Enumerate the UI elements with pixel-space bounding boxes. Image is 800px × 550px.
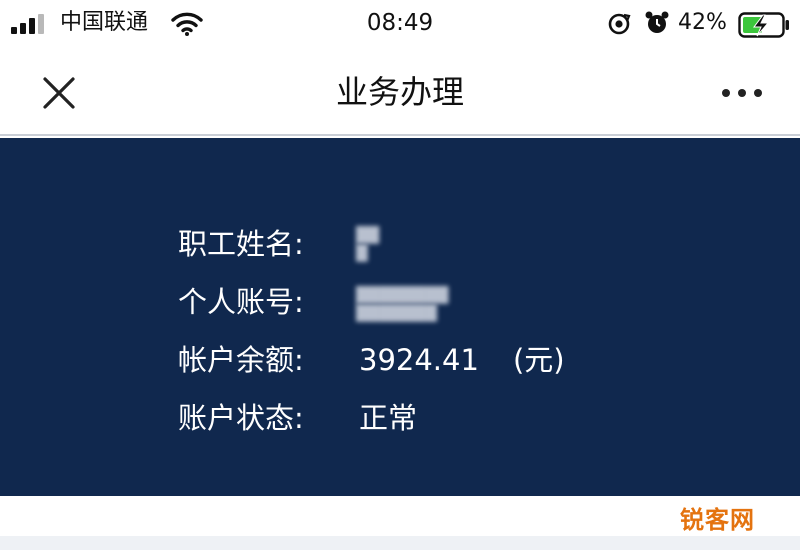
redacted-line: ███████ xyxy=(356,304,437,322)
balance-amount: 3924.41 xyxy=(359,343,479,377)
account-number-value-redacted: ████████ ███████ xyxy=(356,280,516,324)
more-dots-icon[interactable] xyxy=(714,78,770,108)
battery-charging-icon xyxy=(738,12,789,38)
status-bar: 中国联通 08:49 42% xyxy=(0,0,800,48)
account-status-value: 正常 xyxy=(359,401,418,435)
bottom-divider xyxy=(0,536,800,550)
navigation-bar: 业务办理 xyxy=(0,48,800,136)
balance-unit: (元) xyxy=(512,343,565,377)
redacted-line: ██ xyxy=(356,226,380,244)
employee-name-row: 职工姓名: ██ █ xyxy=(178,222,738,266)
alarm-clock-icon xyxy=(645,11,669,33)
app-screen: 中国联通 08:49 42% 业务办理 职工姓名: ██ █ 个人账号: ███… xyxy=(0,0,800,550)
balance-value-group: 3924.41 (元) xyxy=(359,338,565,382)
account-number-label: 个人账号: xyxy=(178,285,304,319)
employee-name-label: 职工姓名: xyxy=(178,227,304,261)
redacted-line: ████████ xyxy=(356,286,449,304)
account-info-card: 职工姓名: ██ █ 个人账号: ████████ ███████ 帐户余额: … xyxy=(0,138,800,496)
battery-percentage: 42% xyxy=(678,10,727,35)
page-title: 业务办理 xyxy=(335,73,464,111)
account-status-label: 账户状态: xyxy=(178,401,304,435)
balance-row: 帐户余额: 3924.41 (元) xyxy=(178,338,738,382)
balance-label: 帐户余额: xyxy=(178,343,304,377)
account-number-row: 个人账号: ████████ ███████ xyxy=(178,280,738,324)
screen-rotation-lock-icon xyxy=(608,13,631,35)
close-icon[interactable] xyxy=(36,70,82,116)
redacted-line: █ xyxy=(356,244,368,262)
account-status-row: 账户状态: 正常 xyxy=(178,396,738,440)
employee-name-value-redacted: ██ █ xyxy=(356,222,516,266)
site-watermark: 锐客网 xyxy=(680,506,755,534)
